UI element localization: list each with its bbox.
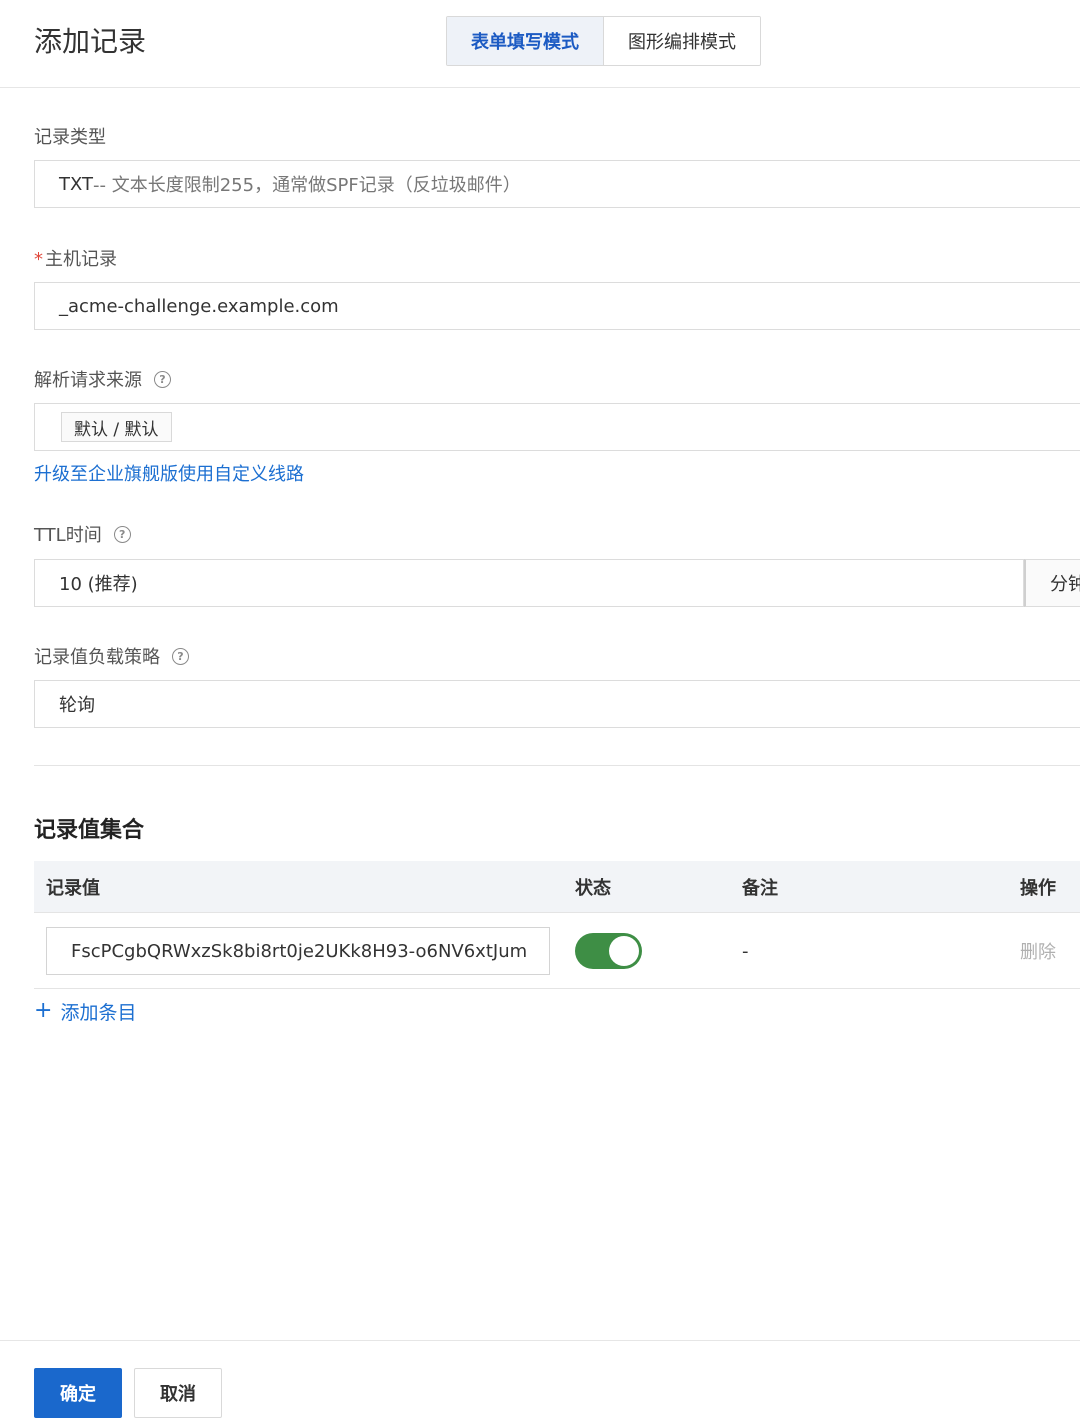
header: 添加记录 表单填写模式 图形编排模式 (0, 0, 1080, 88)
delete-button[interactable]: 删除 (1020, 913, 1056, 989)
tab-form-mode[interactable]: 表单填写模式 (447, 17, 604, 65)
add-record-page: 添加记录 表单填写模式 图形编排模式 记录类型 TXT -- 文本长度限制255… (0, 0, 1080, 1418)
ttl-unit: 分钟 (1024, 559, 1080, 607)
ttl-label: TTL时间 ? (34, 521, 131, 547)
column-header-value: 记录值 (46, 878, 100, 899)
ttl-value: 10 (推荐) (59, 574, 138, 595)
record-type-label: 记录类型 (34, 127, 106, 148)
ttl-select[interactable]: 10 (推荐) (34, 559, 1024, 607)
tab-graphic-mode[interactable]: 图形编排模式 (604, 17, 760, 65)
record-note: - (742, 940, 749, 962)
records-section-title: 记录值集合 (34, 818, 145, 843)
host-record-label: * 主机记录 (34, 249, 117, 270)
status-toggle[interactable] (575, 933, 642, 969)
resolution-source-label: 解析请求来源 ? (34, 366, 171, 392)
record-value-input[interactable]: FscPCgbQRWxzSk8bi8rt0je2UKk8H93-o6NV6xtJ… (46, 927, 550, 975)
column-header-note: 备注 (742, 878, 778, 899)
toggle-knob (609, 936, 639, 966)
footer: 确定 取消 (0, 1340, 1080, 1418)
help-icon[interactable]: ? (172, 647, 189, 665)
help-icon[interactable]: ? (154, 370, 171, 388)
mode-switch: 表单填写模式 图形编排模式 (446, 16, 761, 66)
section-divider (34, 765, 1080, 766)
records-table-header: 记录值 状态 备注 操作 (34, 861, 1080, 913)
host-record-input[interactable]: _acme-challenge.example.com (34, 282, 1080, 330)
resolution-source-select[interactable]: 默认 / 默认 (34, 403, 1080, 451)
load-strategy-value: 轮询 (59, 695, 95, 716)
table-row: FscPCgbQRWxzSk8bi8rt0je2UKk8H93-o6NV6xtJ… (34, 913, 1080, 989)
record-type-hint: -- 文本长度限制255，通常做SPF记录（反垃圾邮件） (93, 175, 521, 196)
record-type-value: TXT (59, 173, 94, 195)
column-header-status: 状态 (575, 878, 611, 899)
upgrade-link[interactable]: 升级至企业旗舰版使用自定义线路 (34, 460, 304, 486)
add-entry-button[interactable]: + 添加条目 (34, 997, 136, 1025)
required-mark: * (34, 249, 43, 270)
resolution-source-tag: 默认 / 默认 (61, 412, 172, 442)
page-title: 添加记录 (34, 25, 147, 58)
help-icon[interactable]: ? (113, 525, 131, 543)
record-type-select[interactable]: TXT -- 文本长度限制255，通常做SPF记录（反垃圾邮件） (34, 160, 1080, 208)
add-entry-label: 添加条目 (60, 1001, 137, 1024)
load-strategy-select[interactable]: 轮询 (34, 680, 1080, 728)
load-strategy-label: 记录值负载策略 ? (34, 643, 189, 669)
host-record-value: _acme-challenge.example.com (59, 295, 339, 317)
plus-icon: + (34, 998, 53, 1023)
confirm-button[interactable]: 确定 (34, 1368, 122, 1418)
column-header-action: 操作 (1020, 878, 1056, 899)
cancel-button[interactable]: 取消 (134, 1368, 222, 1418)
